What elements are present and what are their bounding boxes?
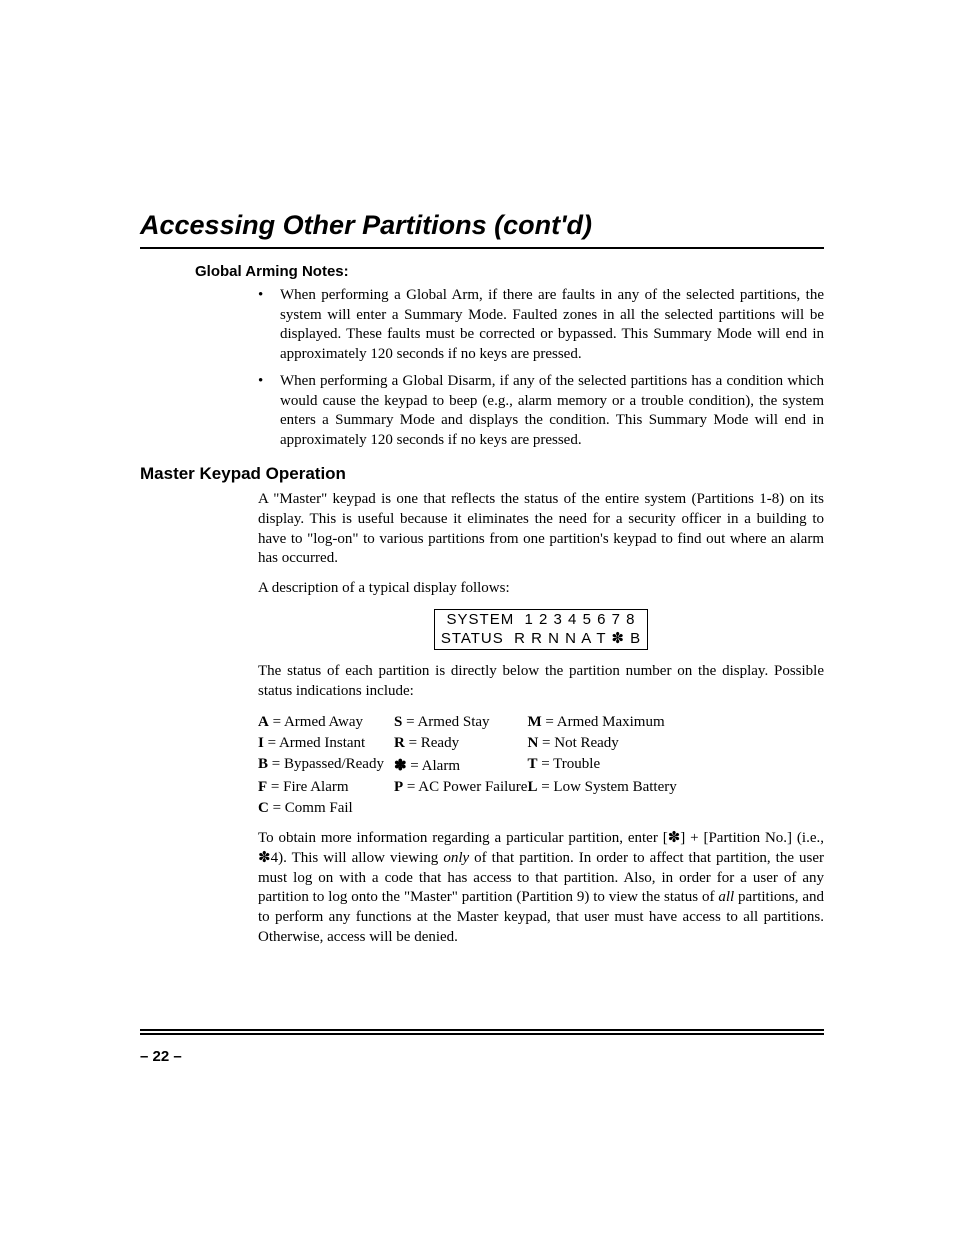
global-arming-heading: Global Arming Notes: [195,263,824,280]
body-paragraph: A description of a typical display follo… [258,579,824,599]
keypad-display: SYSTEM 1 2 3 4 5 6 7 8 STATUS R R N N A … [434,609,648,651]
display-line-2: STATUS R R N N A T ✽ B [441,630,641,647]
table-row: F = Fire Alarm P = AC Power Failure L = … [258,777,677,798]
master-keypad-heading: Master Keypad Operation [140,464,824,484]
status-codes-table: A = Armed Away S = Armed Stay M = Armed … [258,712,677,819]
global-arming-bullets: When performing a Global Arm, if there a… [140,286,824,450]
keypad-display-wrap: SYSTEM 1 2 3 4 5 6 7 8 STATUS R R N N A … [258,609,824,651]
master-keypad-body: A "Master" keypad is one that reflects t… [258,490,824,948]
table-row: I = Armed Instant R = Ready N = Not Read… [258,733,677,754]
body-paragraph: A "Master" keypad is one that reflects t… [258,490,824,569]
table-row: B = Bypassed/Ready ✽ = Alarm T = Trouble [258,754,677,777]
body-paragraph: To obtain more information regarding a p… [258,829,824,948]
bullet-item: When performing a Global Arm, if there a… [280,286,824,364]
page-number: – 22 – [140,1048,182,1065]
display-line-1: SYSTEM 1 2 3 4 5 6 7 8 [447,611,636,628]
document-page: Accessing Other Partitions (cont'd) Glob… [0,0,954,1235]
table-row: C = Comm Fail [258,798,677,819]
body-paragraph: The status of each partition is directly… [258,662,824,702]
table-row: A = Armed Away S = Armed Stay M = Armed … [258,712,677,733]
footer-rule [140,1029,824,1035]
bullet-item: When performing a Global Disarm, if any … [280,372,824,450]
page-title: Accessing Other Partitions (cont'd) [140,210,824,249]
